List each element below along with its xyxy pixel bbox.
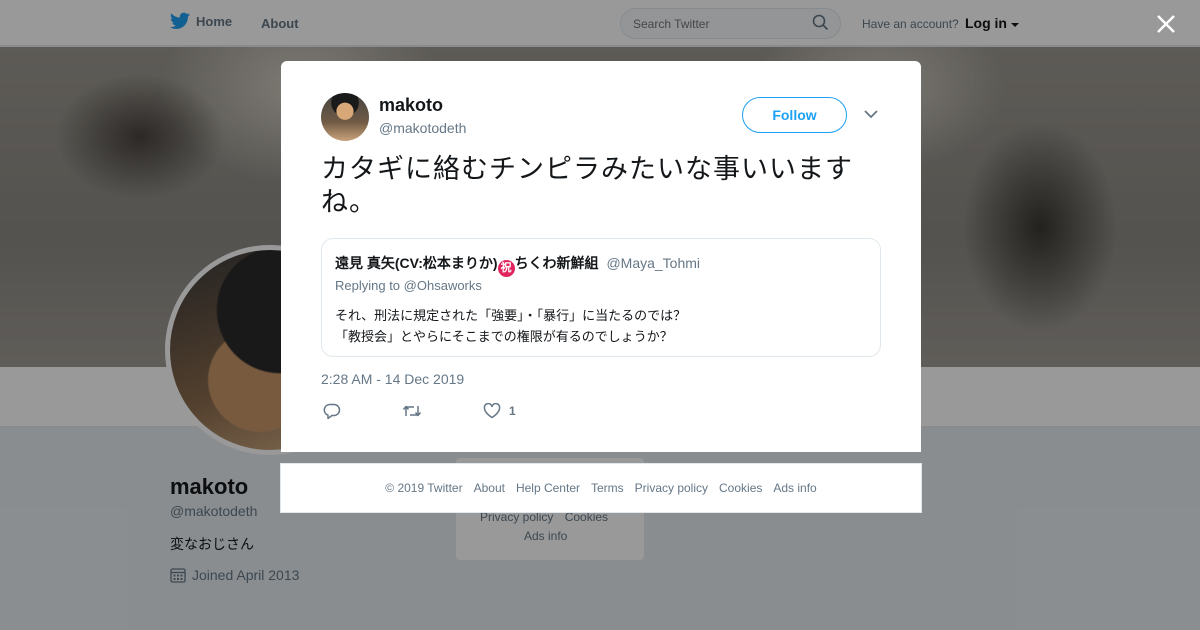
quoted-handle: @Maya_Tohmi	[606, 255, 701, 271]
quoted-text: それ、刑法に規定された「強要」・「暴行」に当たるのでは？ 「教授会」とやらにそこ…	[335, 305, 686, 347]
quoted-author: 遠見 真矢(CV:松本まりか) 祝ちくわ新鮮組 @Maya_Tohmi	[335, 253, 700, 277]
tweet-modal: makoto @makotodeth Follow カタギに絡むチンピラみたいな…	[281, 61, 921, 452]
quoted-text-line2: 「教授会」とやらにそこまでの権限が有るのでしょうか？	[335, 329, 673, 344]
quoted-replying-prefix: Replying to	[335, 278, 401, 293]
quoted-text-line1: それ、刑法に規定された「強要」・「暴行」に当たるのでは？	[335, 308, 687, 323]
chevron-down-icon[interactable]	[864, 109, 878, 119]
tweet-text: カタギに絡むチンピラみたいな事いいますね。	[321, 154, 853, 217]
footer-help-link[interactable]: Help Center	[516, 481, 580, 495]
quoted-name-part1: 遠見 真矢(CV:松本まりか)	[335, 255, 498, 271]
retweet-icon	[402, 405, 422, 417]
tweet-timestamp[interactable]: 2:28 AM - 14 Dec 2019	[321, 371, 464, 387]
quoted-replying-to: Replying to @Ohsaworks	[335, 278, 482, 293]
footer-copyright: © 2019 Twitter	[385, 481, 463, 495]
reply-icon	[323, 403, 341, 419]
like-count: 1	[509, 404, 516, 418]
quoted-replying-handle[interactable]: @Ohsaworks	[404, 278, 482, 293]
follow-button[interactable]: Follow	[742, 97, 847, 133]
heart-icon	[483, 403, 501, 419]
footer-privacy-link[interactable]: Privacy policy	[635, 481, 708, 495]
footer-terms-link[interactable]: Terms	[591, 481, 624, 495]
celebration-emoji-icon: 祝	[497, 260, 515, 277]
retweet-button[interactable]	[402, 403, 422, 419]
close-icon	[1157, 15, 1175, 33]
quoted-name-part2: ちくわ新鮮組	[514, 255, 599, 271]
tweet-avatar[interactable]	[321, 93, 369, 141]
footer-cookies-link[interactable]: Cookies	[719, 481, 762, 495]
footer-about-link[interactable]: About	[474, 481, 505, 495]
tweet-username[interactable]: @makotodeth	[379, 120, 466, 136]
reply-button[interactable]	[323, 403, 341, 419]
close-button[interactable]	[1152, 10, 1180, 38]
footer-ads-link[interactable]: Ads info	[773, 481, 816, 495]
quoted-tweet[interactable]: 遠見 真矢(CV:松本まりか) 祝ちくわ新鮮組 @Maya_Tohmi Reply…	[321, 238, 881, 357]
tweet-display-name[interactable]: makoto	[379, 95, 443, 116]
like-button[interactable]: 1	[483, 403, 516, 419]
modal-footer: © 2019 Twitter About Help Center Terms P…	[280, 463, 922, 513]
